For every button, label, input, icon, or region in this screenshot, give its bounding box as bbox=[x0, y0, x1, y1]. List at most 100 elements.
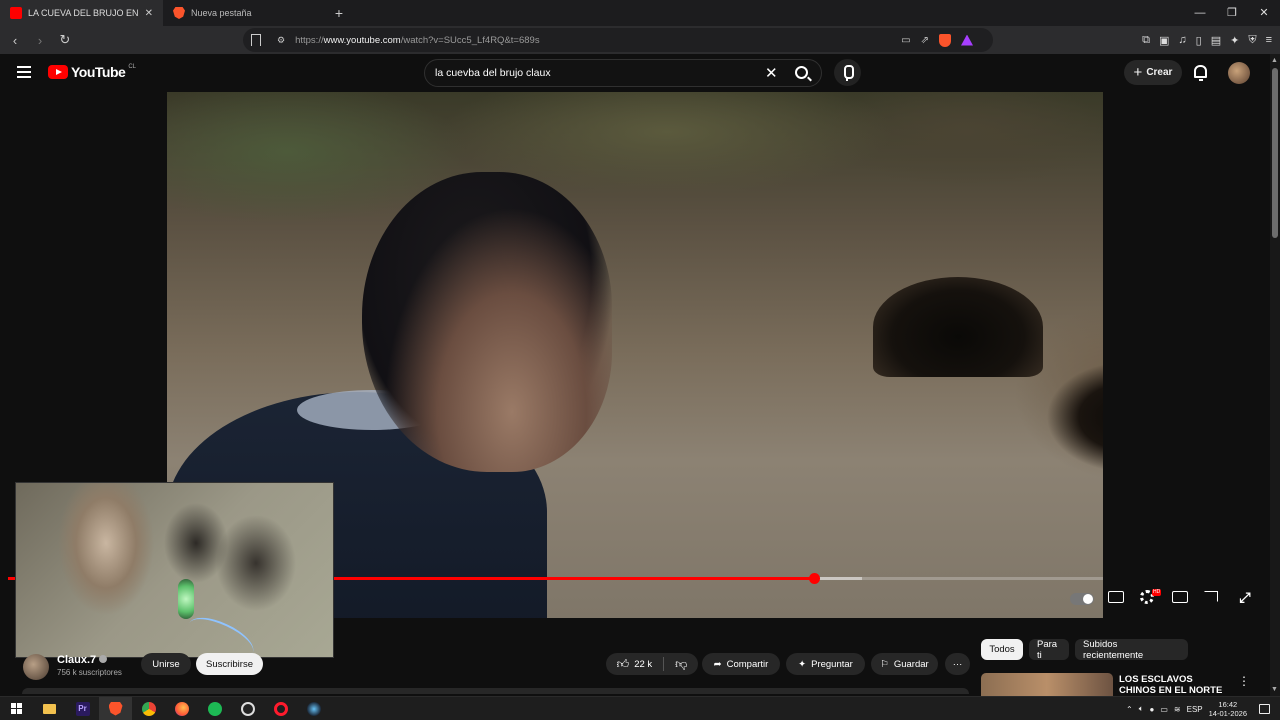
video-frame-cave bbox=[873, 277, 1043, 377]
steam-icon[interactable] bbox=[297, 697, 330, 720]
subscribe-button[interactable]: Suscribirse bbox=[196, 653, 263, 675]
divider bbox=[663, 657, 665, 671]
filter-chip-todos[interactable]: Todos bbox=[981, 639, 1023, 660]
mic-tray-icon[interactable]: ● bbox=[1150, 705, 1155, 714]
sparkle-icon: ✦ bbox=[798, 658, 807, 670]
firefox-icon[interactable] bbox=[165, 697, 198, 720]
windows-taskbar: Pr ⌃ 🔈︎ ● ▭ ≋ ESP 16:42 14-01-2026 bbox=[0, 696, 1280, 720]
vpn-icon[interactable]: ⛨ bbox=[1248, 34, 1256, 47]
system-tray: ⌃ 🔈︎ ● ▭ ≋ ESP 16:42 14-01-2026 bbox=[1126, 697, 1280, 720]
clock[interactable]: 16:42 14-01-2026 bbox=[1209, 700, 1247, 718]
subtitles-icon bbox=[1108, 591, 1124, 603]
close-tab-icon[interactable]: ✕ bbox=[145, 8, 153, 19]
share-page-icon[interactable]: ⇗ bbox=[921, 35, 929, 46]
youtube-logo[interactable]: YouTube CL bbox=[48, 64, 136, 80]
minimize-icon[interactable]: — bbox=[1184, 0, 1216, 26]
brave-taskbar-icon[interactable] bbox=[99, 696, 132, 720]
bookmark-icon[interactable] bbox=[251, 34, 261, 46]
recommendation-title[interactable]: LOS ESCLAVOS CHINOS EN EL NORTE DE CHILE bbox=[1119, 674, 1229, 696]
sidebar-icon[interactable]: ▯ bbox=[1196, 34, 1202, 47]
miniplayer-icon bbox=[1172, 591, 1188, 603]
channel-avatar[interactable] bbox=[23, 654, 49, 680]
obs-icon[interactable] bbox=[231, 697, 264, 720]
scroll-up-icon[interactable]: ▲ bbox=[1271, 57, 1278, 64]
tab-new[interactable]: Nueva pestaña bbox=[163, 0, 326, 26]
webcam-cable bbox=[182, 609, 260, 657]
like-count[interactable]: 22 k bbox=[634, 659, 652, 670]
filter-chip-para-ti[interactable]: Para ti bbox=[1029, 639, 1069, 661]
opera-icon[interactable] bbox=[264, 697, 297, 720]
share-button[interactable]: ➦ Compartir bbox=[702, 653, 780, 675]
window-controls: — ❐ ✕ bbox=[1184, 0, 1280, 26]
close-window-icon[interactable]: ✕ bbox=[1248, 0, 1280, 26]
brave-icon bbox=[173, 7, 185, 19]
fullscreen-icon[interactable]: ⤢ bbox=[1236, 588, 1254, 606]
leo-icon[interactable]: ✦ bbox=[1230, 34, 1239, 47]
miniplayer-button[interactable] bbox=[1172, 588, 1190, 606]
clear-search-icon[interactable]: ✕ bbox=[765, 64, 778, 82]
tab-label: Nueva pestaña bbox=[191, 8, 252, 18]
wallet-icon[interactable]: ▤ bbox=[1211, 34, 1221, 47]
settings-button[interactable]: HD bbox=[1140, 588, 1162, 606]
start-button[interactable] bbox=[0, 697, 33, 720]
dislike-icon[interactable]: 👎︎ bbox=[675, 657, 687, 672]
extensions-icon[interactable]: ⧉ bbox=[1142, 34, 1150, 47]
channel-name[interactable]: Claux.7 bbox=[57, 654, 108, 666]
scroll-down-icon[interactable]: ▼ bbox=[1271, 686, 1278, 693]
cast-button[interactable] bbox=[1204, 588, 1222, 606]
restore-icon[interactable]: ❐ bbox=[1216, 0, 1248, 26]
like-icon[interactable]: 👍︎ bbox=[617, 657, 630, 672]
tray-chevron-icon[interactable]: ⌃ bbox=[1126, 705, 1133, 714]
tab-youtube[interactable]: LA CUEVA DEL BRUJO EN QU ✕ bbox=[0, 0, 163, 26]
language-indicator[interactable]: ESP bbox=[1187, 705, 1203, 714]
player-controls: HD ⤢ bbox=[1070, 588, 1254, 606]
user-avatar[interactable] bbox=[1228, 62, 1250, 84]
search-query: la cuevba del brujo claux bbox=[435, 67, 551, 79]
windows-icon bbox=[11, 703, 22, 714]
volume-icon[interactable]: 🔈︎ bbox=[1139, 704, 1144, 714]
video-frame-person-head bbox=[362, 172, 612, 472]
microphone-icon[interactable] bbox=[834, 59, 861, 86]
chrome-icon[interactable] bbox=[132, 697, 165, 720]
pip-icon[interactable]: ▭ bbox=[901, 35, 910, 46]
filter-chip-recientes[interactable]: Subidos recientemente bbox=[1075, 639, 1188, 661]
autoplay-toggle[interactable] bbox=[1070, 592, 1094, 605]
subtitles-button[interactable] bbox=[1108, 588, 1126, 606]
ask-button[interactable]: ✦ Preguntar bbox=[786, 653, 865, 675]
notifications-icon[interactable] bbox=[1194, 65, 1207, 81]
gear-icon: HD bbox=[1140, 589, 1162, 604]
hamburger-menu-icon[interactable] bbox=[17, 66, 31, 78]
description-box[interactable] bbox=[22, 688, 969, 694]
scroll-thumb[interactable] bbox=[1272, 68, 1278, 238]
premiere-icon[interactable]: Pr bbox=[66, 697, 99, 720]
join-button[interactable]: Unirse bbox=[141, 653, 191, 675]
recommendation-thumbnail[interactable] bbox=[981, 673, 1113, 698]
notification-center-icon[interactable] bbox=[1259, 704, 1270, 714]
url-field[interactable]: ⚙ https://www.youtube.com/watch?v=SUcc5_… bbox=[243, 28, 993, 52]
more-vert-icon[interactable]: ⋮ bbox=[1238, 674, 1250, 688]
reload-icon[interactable]: ↻ bbox=[55, 32, 75, 48]
file-explorer-icon[interactable] bbox=[33, 697, 66, 720]
brave-rewards-icon[interactable] bbox=[961, 34, 973, 46]
music-icon[interactable]: ♫ bbox=[1178, 34, 1186, 47]
search-input[interactable]: la cuevba del brujo claux ✕ bbox=[424, 59, 822, 87]
network-icon[interactable]: ▭ bbox=[1160, 705, 1168, 714]
spotify-icon[interactable] bbox=[198, 697, 231, 720]
verified-icon bbox=[99, 655, 108, 663]
youtube-play-icon bbox=[48, 65, 68, 79]
new-tab-button[interactable]: + bbox=[326, 5, 352, 21]
create-button[interactable]: + Crear bbox=[1124, 60, 1182, 85]
brave-shield-icon[interactable] bbox=[939, 33, 951, 47]
forward-icon[interactable]: › bbox=[30, 33, 50, 48]
save-button[interactable]: ⚐ Guardar bbox=[871, 653, 938, 675]
url-text: https://www.youtube.com/watch?v=SUcc5_Lf… bbox=[295, 34, 540, 46]
search-icon[interactable] bbox=[795, 66, 808, 79]
screenshot-icon[interactable]: ▣ bbox=[1159, 34, 1169, 47]
tab-label: LA CUEVA DEL BRUJO EN QU bbox=[28, 8, 139, 18]
back-icon[interactable]: ‹ bbox=[5, 33, 25, 48]
site-settings-icon[interactable]: ⚙ bbox=[277, 35, 285, 46]
page-scrollbar[interactable]: ▲ ▼ bbox=[1270, 54, 1280, 696]
menu-icon[interactable]: ≡ bbox=[1266, 34, 1272, 47]
more-actions-button[interactable]: ··· bbox=[945, 653, 970, 675]
wifi-icon[interactable]: ≋ bbox=[1174, 705, 1181, 714]
